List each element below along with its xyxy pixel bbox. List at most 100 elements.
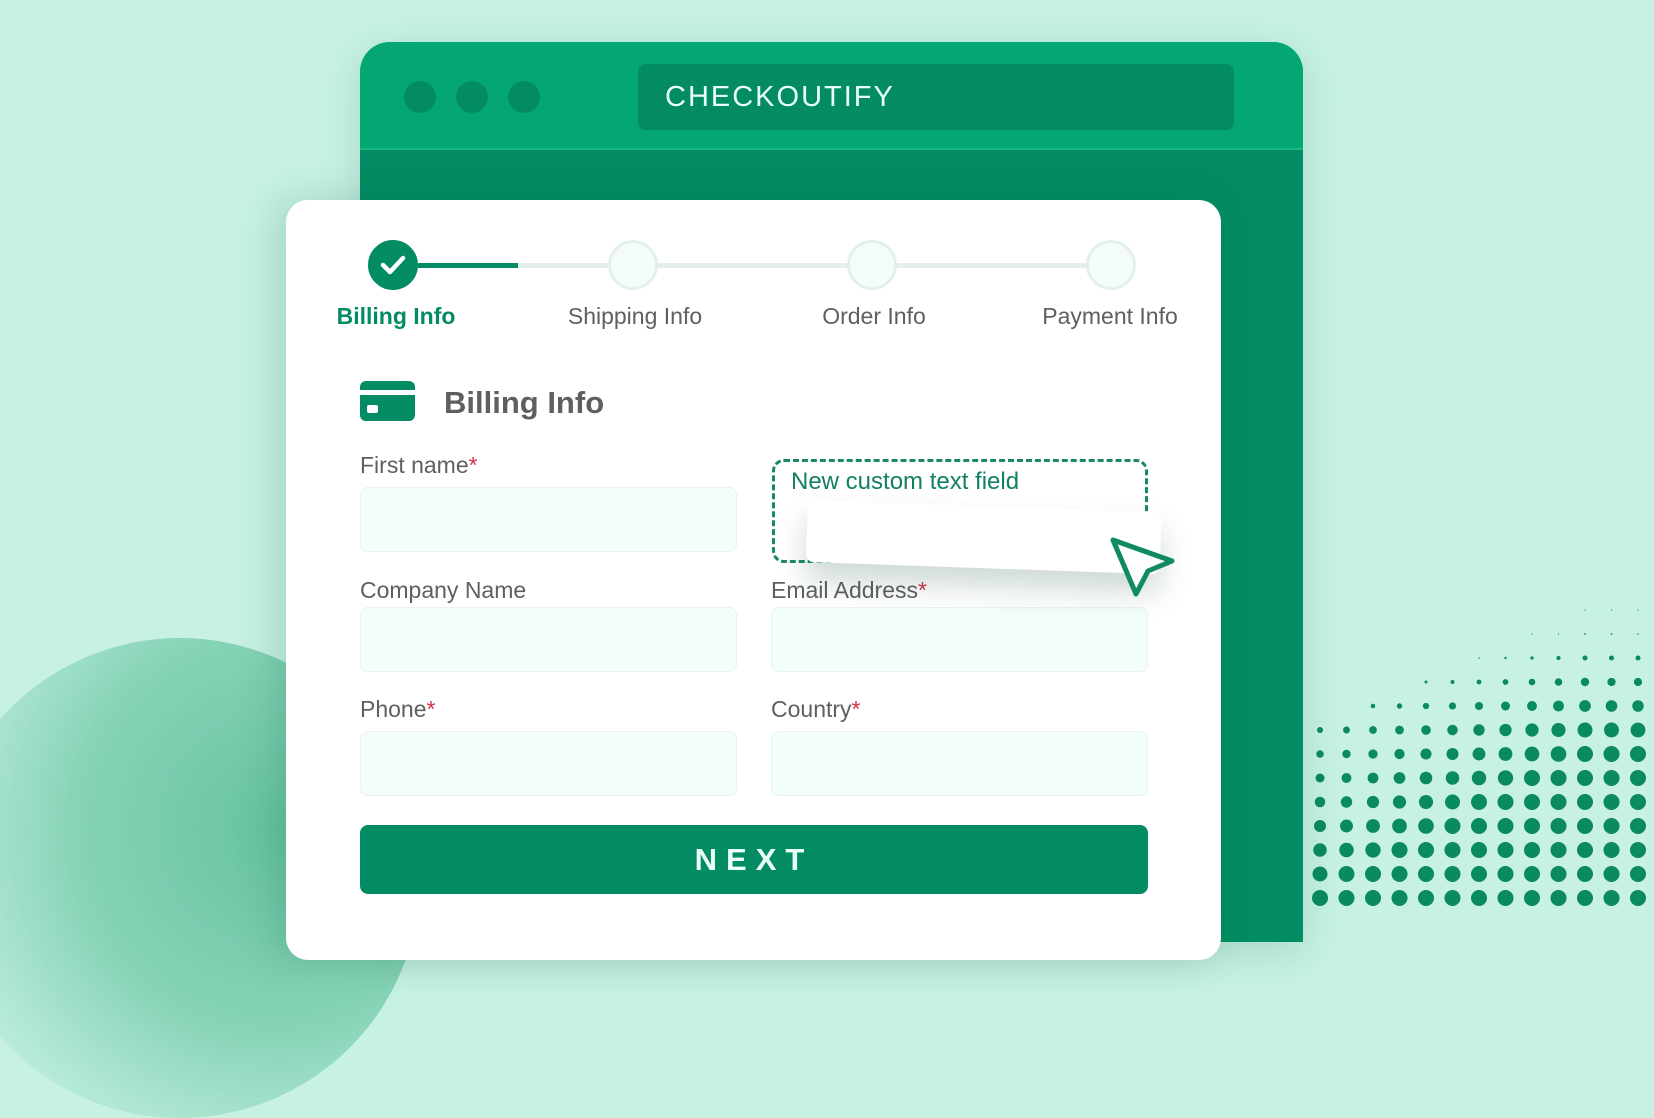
- halftone-dot: [1444, 866, 1461, 882]
- halftone-dot: [1550, 794, 1567, 810]
- halftone-dot: [1424, 680, 1428, 684]
- step-1-circle[interactable]: [368, 240, 418, 290]
- halftone-dot: [1577, 794, 1593, 810]
- email-address-input[interactable]: [771, 607, 1148, 672]
- next-button[interactable]: NEXT: [360, 825, 1148, 894]
- halftone-dot: [1418, 842, 1434, 858]
- custom-field-label: New custom text field: [791, 468, 1020, 495]
- halftone-dot: [1630, 890, 1646, 906]
- halftone-dot: [1524, 746, 1540, 762]
- halftone-dot: [1365, 890, 1381, 906]
- halftone-dot: [1478, 657, 1480, 659]
- halftone-dot: [1502, 679, 1509, 685]
- halftone-dot: [1338, 890, 1355, 906]
- halftone-dot: [1450, 680, 1455, 684]
- halftone-dot: [1314, 820, 1326, 832]
- halftone-dot: [1527, 701, 1537, 711]
- halftone-dot: [1525, 723, 1539, 737]
- step-label-billing[interactable]: Billing Info: [276, 303, 516, 330]
- halftone-dot: [1471, 770, 1487, 786]
- window-maximize-dot[interactable]: [508, 81, 540, 113]
- phone-input[interactable]: [360, 731, 737, 796]
- country-label: Country*: [771, 696, 861, 723]
- halftone-dot: [1315, 773, 1325, 783]
- halftone-dot: [1313, 843, 1327, 857]
- halftone-dot: [1577, 818, 1593, 834]
- halftone-dot: [1577, 722, 1593, 738]
- address-bar[interactable]: CHECKOUTIFY: [638, 64, 1234, 130]
- halftone-dot: [1342, 749, 1351, 759]
- halftone-dot: [1497, 794, 1514, 810]
- halftone-dot: [1550, 866, 1567, 882]
- halftone-dot: [1582, 655, 1588, 661]
- first-name-label: First name*: [360, 452, 478, 479]
- halftone-dot: [1418, 890, 1434, 906]
- halftone-dot: [1444, 842, 1461, 858]
- halftone-dot: [1316, 750, 1324, 758]
- halftone-dot: [1584, 633, 1586, 635]
- halftone-dot: [1633, 677, 1643, 687]
- halftone-dot: [1603, 770, 1620, 786]
- halftone-dot: [1504, 656, 1507, 660]
- company-name-input[interactable]: [360, 607, 737, 672]
- halftone-dot: [1396, 703, 1403, 709]
- halftone-dot: [1366, 819, 1380, 833]
- halftone-dot: [1471, 890, 1487, 906]
- halftone-dot: [1607, 677, 1616, 687]
- halftone-dot: [1524, 818, 1540, 834]
- email-address-label-text: Email Address: [771, 577, 919, 603]
- halftone-dot: [1471, 866, 1487, 882]
- step-3-circle[interactable]: [847, 240, 897, 290]
- halftone-dot: [1366, 795, 1380, 809]
- first-name-input[interactable]: [360, 487, 737, 552]
- halftone-dot: [1471, 842, 1487, 858]
- halftone-dot: [1370, 703, 1376, 709]
- halftone-dot: [1365, 842, 1381, 858]
- halftone-dot: [1471, 818, 1487, 834]
- halftone-dot: [1524, 842, 1540, 858]
- step-2-circle[interactable]: [608, 240, 658, 290]
- halftone-dot: [1314, 796, 1326, 808]
- halftone-dot: [1474, 701, 1484, 711]
- halftone-dot: [1524, 866, 1540, 882]
- halftone-dot: [1317, 727, 1323, 733]
- halftone-dot: [1550, 746, 1567, 762]
- email-address-label: Email Address*: [771, 577, 927, 604]
- window-minimize-dot[interactable]: [456, 81, 488, 113]
- halftone-dot: [1603, 890, 1620, 906]
- halftone-dot: [1392, 795, 1407, 809]
- company-name-label: Company Name: [360, 577, 526, 604]
- app-title: CHECKOUTIFY: [665, 80, 895, 113]
- step-label-order[interactable]: Order Info: [754, 303, 994, 330]
- halftone-dot: [1577, 770, 1593, 786]
- halftone-dot: [1637, 633, 1639, 635]
- country-input[interactable]: [771, 731, 1148, 796]
- step-4-circle[interactable]: [1086, 240, 1136, 290]
- halftone-dot: [1556, 655, 1561, 661]
- halftone-dot: [1531, 633, 1533, 635]
- halftone-dot: [1340, 796, 1353, 808]
- halftone-dot: [1550, 890, 1567, 906]
- halftone-dot: [1630, 722, 1646, 738]
- halftone-dot: [1630, 794, 1646, 810]
- phone-label: Phone*: [360, 696, 435, 723]
- halftone-dot: [1630, 770, 1646, 786]
- window-close-dot[interactable]: [404, 81, 436, 113]
- halftone-dot: [1365, 866, 1381, 882]
- halftone-dot: [1550, 770, 1567, 786]
- halftone-dot: [1418, 818, 1434, 834]
- step-label-shipping[interactable]: Shipping Info: [515, 303, 755, 330]
- halftone-dot: [1391, 866, 1408, 882]
- step-label-payment[interactable]: Payment Info: [990, 303, 1230, 330]
- halftone-dot: [1577, 866, 1593, 882]
- halftone-dot: [1395, 725, 1404, 735]
- halftone-dot: [1391, 890, 1408, 906]
- halftone-dot: [1497, 866, 1514, 882]
- required-marker: *: [426, 696, 436, 722]
- halftone-dot: [1580, 677, 1590, 687]
- halftone-dot: [1603, 794, 1620, 810]
- halftone-dot-pattern: [1312, 609, 1646, 906]
- halftone-dot: [1420, 748, 1432, 760]
- mouse-pointer-icon: [1110, 537, 1175, 597]
- halftone-dot: [1577, 746, 1593, 762]
